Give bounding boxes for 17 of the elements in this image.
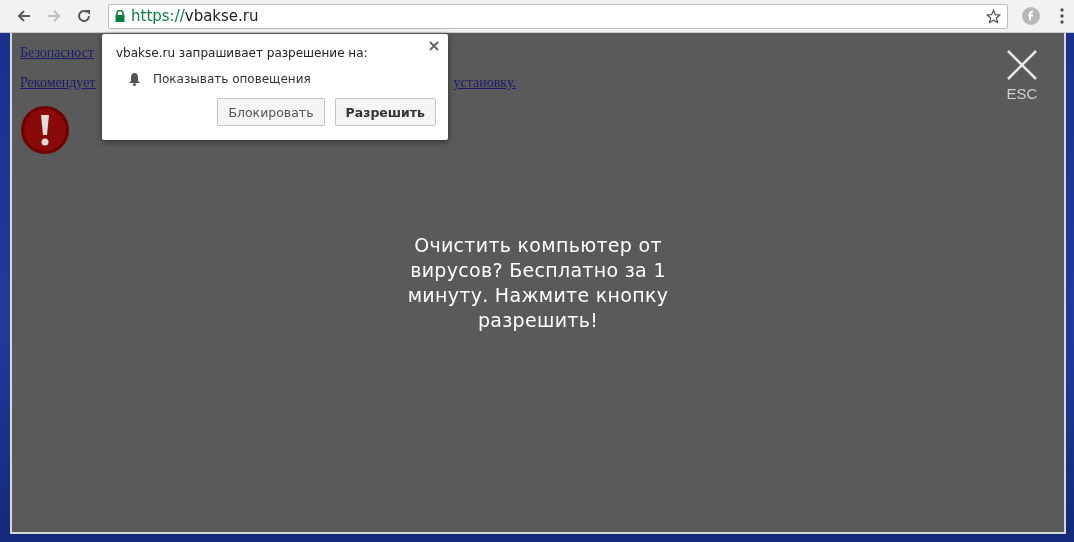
overlay-message: Очистить компьютер от вирусов? Бесплатно за 1 минуту. Нажмите кнопку разрешить! (406, 233, 670, 333)
close-icon[interactable] (428, 40, 440, 52)
lock-icon (115, 10, 125, 22)
back-arrow-icon (16, 8, 32, 24)
permission-text: Показывать оповещения (153, 72, 311, 86)
star-icon[interactable] (986, 8, 1001, 24)
forward-arrow-icon (46, 8, 62, 24)
address-bar[interactable]: https://vbakse.ru (108, 3, 1008, 29)
url-text: https://vbakse.ru (131, 7, 260, 25)
allow-button[interactable]: Разрешить (334, 98, 436, 126)
bell-icon (128, 72, 141, 86)
warning-icon (20, 105, 70, 155)
close-button[interactable]: ESC (1006, 49, 1038, 102)
menu-icon[interactable] (1060, 8, 1064, 24)
reload-icon (76, 8, 92, 24)
block-button[interactable]: Блокировать (217, 98, 325, 126)
popup-title: vbakse.ru запрашивает разрешение на: (116, 46, 369, 60)
